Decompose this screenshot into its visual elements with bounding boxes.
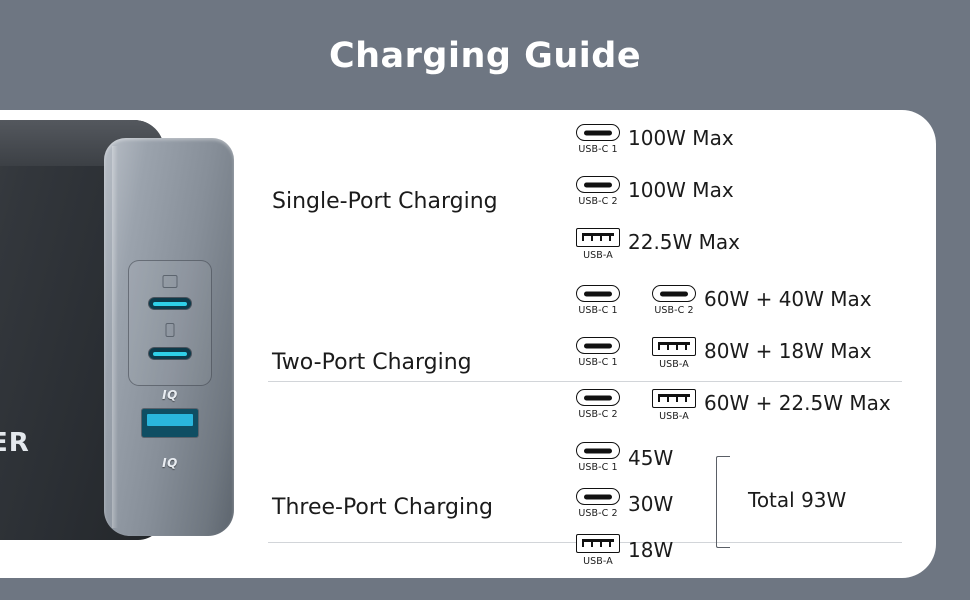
usb-c-icon [576, 389, 620, 406]
usb-a-icon [652, 337, 696, 356]
spec-value: 18W [628, 538, 674, 562]
usb-a-icon [576, 534, 620, 553]
spec-value: 80W + 18W Max [704, 339, 872, 363]
spec-value: 30W [628, 492, 674, 516]
port-cell: USB-C 1 [568, 124, 628, 155]
section-three-port: Three-Port Charging USB-C 1 45W USB-C 2 … [268, 440, 908, 575]
total-power-label: Total 93W [748, 488, 847, 512]
port-cell: USB-A [568, 534, 628, 567]
spec-row: USB-A 18W [568, 534, 970, 580]
port-label: USB-A [659, 411, 689, 422]
spec-value: 60W + 40W Max [704, 287, 872, 311]
spec-value: 100W Max [628, 178, 734, 202]
usb-c-icon [576, 285, 620, 302]
port-cell: USB-C 1 [568, 285, 628, 316]
port-label: USB-C 2 [654, 305, 694, 316]
port-label: USB-C 1 [578, 305, 618, 316]
section-title: Two-Port Charging [272, 350, 472, 375]
port-label: USB-C 1 [578, 462, 618, 473]
spec-value: 60W + 22.5W Max [704, 391, 891, 415]
port-label: USB-A [659, 359, 689, 370]
port-cell: USB-C 1 [568, 442, 628, 473]
usb-c-icon [576, 176, 620, 193]
charging-spec-table: Single-Port Charging USB-C 1 100W Max US… [0, 110, 970, 578]
port-label: USB-C 2 [578, 409, 618, 420]
usb-a-icon [576, 228, 620, 247]
total-bracket [716, 456, 730, 548]
port-label: USB-C 2 [578, 196, 618, 207]
spec-row: USB-C 1 USB-C 2 60W + 40W Max [568, 285, 908, 337]
charging-guide-infographic: Charging Guide ER IQ IQ Single-Port Char… [0, 0, 970, 600]
spec-row: USB-C 2 USB-A 60W + 22.5W Max [568, 389, 908, 441]
port-label: USB-C 1 [578, 144, 618, 155]
port-label: USB-C 1 [578, 357, 618, 368]
spec-row: USB-C 1 USB-A 80W + 18W Max [568, 337, 908, 389]
spec-row: USB-C 1 45W [568, 442, 970, 488]
section-rows: USB-C 1 45W USB-C 2 30W USB-A 18W Total … [568, 442, 970, 580]
section-title: Single-Port Charging [272, 189, 498, 214]
usb-a-icon [652, 389, 696, 408]
usb-c-icon [652, 285, 696, 302]
usb-c-icon [576, 124, 620, 141]
spec-row: USB-A 22.5W Max [568, 228, 908, 280]
section-title: Three-Port Charging [272, 495, 493, 520]
spec-value: 100W Max [628, 126, 734, 150]
section-single-port: Single-Port Charging USB-C 1 100W Max US… [268, 118, 908, 274]
spec-value: 45W [628, 446, 674, 470]
spec-value: 22.5W Max [628, 230, 741, 254]
section-two-port: Two-Port Charging USB-C 1 USB-C 2 60W + … [268, 279, 908, 435]
port-cell: USB-A [568, 228, 628, 261]
usb-c-icon [576, 337, 620, 354]
port-cell: USB-A [644, 337, 704, 370]
usb-c-icon [576, 442, 620, 459]
page-title: Charging Guide [328, 36, 642, 76]
port-cell: USB-C 2 [568, 389, 628, 420]
port-label: USB-A [583, 556, 613, 567]
section-rows: USB-C 1 USB-C 2 60W + 40W Max USB-C 1 US… [568, 285, 908, 441]
port-cell: USB-C 2 [568, 176, 628, 207]
port-label: USB-C 2 [578, 508, 618, 519]
port-cell: USB-C 2 [644, 285, 704, 316]
usb-c-icon [576, 488, 620, 505]
section-rows: USB-C 1 100W Max USB-C 2 100W Max USB-A [568, 124, 908, 280]
spec-row: USB-C 2 100W Max [568, 176, 908, 228]
port-cell: USB-C 1 [568, 337, 628, 368]
port-cell: USB-A [644, 389, 704, 422]
port-cell: USB-C 2 [568, 488, 628, 519]
port-label: USB-A [583, 250, 613, 261]
spec-row: USB-C 1 100W Max [568, 124, 908, 176]
